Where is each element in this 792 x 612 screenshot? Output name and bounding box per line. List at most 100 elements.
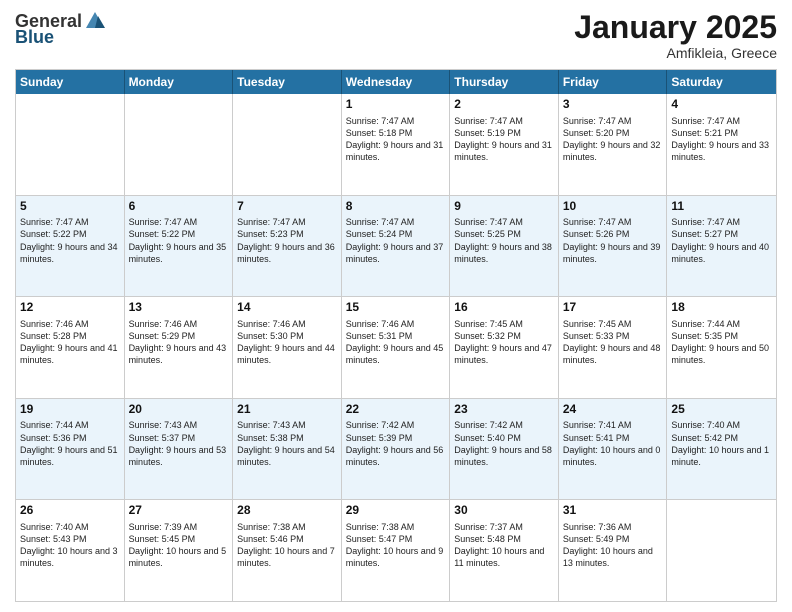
page-header: General Blue January 2025 Amfikleia, Gre… [15, 10, 777, 61]
calendar-cell-29: 29 Sunrise: 7:38 AM Sunset: 5:47 PM Dayli… [342, 500, 451, 601]
cell-info-21: Sunrise: 7:43 AM Sunset: 5:38 PM Dayligh… [237, 419, 337, 468]
day-number-14: 14 [237, 300, 337, 316]
day-number-9: 9 [454, 199, 554, 215]
day-number-28: 28 [237, 503, 337, 519]
month-title: January 2025 [574, 10, 777, 45]
day-number-17: 17 [563, 300, 663, 316]
day-of-week-sunday: Sunday [16, 70, 125, 94]
cell-info-22: Sunrise: 7:42 AM Sunset: 5:39 PM Dayligh… [346, 419, 446, 468]
day-number-20: 20 [129, 402, 229, 418]
calendar-cell-1: 1 Sunrise: 7:47 AM Sunset: 5:18 PM Daylig… [342, 94, 451, 195]
calendar-row-2: 12 Sunrise: 7:46 AM Sunset: 5:28 PM Dayli… [16, 297, 776, 399]
cell-info-5: Sunrise: 7:47 AM Sunset: 5:22 PM Dayligh… [20, 216, 120, 265]
day-number-26: 26 [20, 503, 120, 519]
calendar-cell-3: 3Sunrise: 7:47 AM Sunset: 5:20 PM Daylig… [559, 94, 668, 195]
cell-info-18: Sunrise: 7:44 AM Sunset: 5:35 PM Dayligh… [671, 318, 772, 367]
calendar-cell-6: 6Sunrise: 7:47 AM Sunset: 5:22 PM Daylig… [125, 196, 234, 297]
calendar-cell-2: 2 Sunrise: 7:47 AM Sunset: 5:19 PM Daylig… [450, 94, 559, 195]
cell-info-10: Sunrise: 7:47 AM Sunset: 5:26 PM Dayligh… [563, 216, 663, 265]
calendar-row-4: 26 Sunrise: 7:40 AM Sunset: 5:43 PM Dayli… [16, 500, 776, 601]
cell-info-26: Sunrise: 7:40 AM Sunset: 5:43 PM Dayligh… [20, 521, 120, 570]
cell-info-24: Sunrise: 7:41 AM Sunset: 5:41 PM Dayligh… [563, 419, 663, 468]
calendar-cell-15: 15Sunrise: 7:46 AM Sunset: 5:31 PM Dayli… [342, 297, 451, 398]
day-number-27: 27 [129, 503, 229, 519]
day-number-5: 5 [20, 199, 120, 215]
day-number-25: 25 [671, 402, 772, 418]
day-of-week-wednesday: Wednesday [342, 70, 451, 94]
day-of-week-friday: Friday [559, 70, 668, 94]
calendar-cell-5: 5Sunrise: 7:47 AM Sunset: 5:22 PM Daylig… [16, 196, 125, 297]
day-number-16: 16 [454, 300, 554, 316]
logo-icon [84, 10, 106, 32]
day-number-21: 21 [237, 402, 337, 418]
day-number-4: 4 [671, 97, 772, 113]
calendar-cell-empty-2 [233, 94, 342, 195]
logo-blue-text: Blue [15, 28, 54, 46]
calendar-row-1: 5Sunrise: 7:47 AM Sunset: 5:22 PM Daylig… [16, 196, 776, 298]
cell-info-15: Sunrise: 7:46 AM Sunset: 5:31 PM Dayligh… [346, 318, 446, 367]
calendar-cell-19: 19Sunrise: 7:44 AM Sunset: 5:36 PM Dayli… [16, 399, 125, 500]
day-number-13: 13 [129, 300, 229, 316]
day-of-week-saturday: Saturday [667, 70, 776, 94]
day-of-week-monday: Monday [125, 70, 234, 94]
cell-info-29: Sunrise: 7:38 AM Sunset: 5:47 PM Dayligh… [346, 521, 446, 570]
cell-info-11: Sunrise: 7:47 AM Sunset: 5:27 PM Dayligh… [671, 216, 772, 265]
cell-info-19: Sunrise: 7:44 AM Sunset: 5:36 PM Dayligh… [20, 419, 120, 468]
calendar-cell-28: 28 Sunrise: 7:38 AM Sunset: 5:46 PM Dayli… [233, 500, 342, 601]
day-number-18: 18 [671, 300, 772, 316]
calendar-cell-31: 31Sunrise: 7:36 AM Sunset: 5:49 PM Dayli… [559, 500, 668, 601]
calendar-cell-30: 30Sunrise: 7:37 AM Sunset: 5:48 PM Dayli… [450, 500, 559, 601]
cell-info-13: Sunrise: 7:46 AM Sunset: 5:29 PM Dayligh… [129, 318, 229, 367]
cell-info-28: Sunrise: 7:38 AM Sunset: 5:46 PM Dayligh… [237, 521, 337, 570]
day-number-12: 12 [20, 300, 120, 316]
calendar-cell-empty-1 [125, 94, 234, 195]
cell-info-6: Sunrise: 7:47 AM Sunset: 5:22 PM Dayligh… [129, 216, 229, 265]
calendar-cell-26: 26 Sunrise: 7:40 AM Sunset: 5:43 PM Dayli… [16, 500, 125, 601]
calendar-cell-12: 12 Sunrise: 7:46 AM Sunset: 5:28 PM Dayli… [16, 297, 125, 398]
calendar: SundayMondayTuesdayWednesdayThursdayFrid… [15, 69, 777, 602]
calendar-row-3: 19Sunrise: 7:44 AM Sunset: 5:36 PM Dayli… [16, 399, 776, 501]
calendar-cell-24: 24Sunrise: 7:41 AM Sunset: 5:41 PM Dayli… [559, 399, 668, 500]
cell-info-2: Sunrise: 7:47 AM Sunset: 5:19 PM Dayligh… [454, 115, 554, 164]
day-number-10: 10 [563, 199, 663, 215]
calendar-body: 1 Sunrise: 7:47 AM Sunset: 5:18 PM Daylig… [16, 94, 776, 601]
day-number-29: 29 [346, 503, 446, 519]
day-number-23: 23 [454, 402, 554, 418]
calendar-cell-empty-0 [16, 94, 125, 195]
day-number-1: 1 [346, 97, 446, 113]
calendar-cell-17: 17 Sunrise: 7:45 AM Sunset: 5:33 PM Dayli… [559, 297, 668, 398]
calendar-cell-23: 23Sunrise: 7:42 AM Sunset: 5:40 PM Dayli… [450, 399, 559, 500]
cell-info-25: Sunrise: 7:40 AM Sunset: 5:42 PM Dayligh… [671, 419, 772, 468]
day-number-19: 19 [20, 402, 120, 418]
calendar-cell-16: 16 Sunrise: 7:45 AM Sunset: 5:32 PM Dayli… [450, 297, 559, 398]
calendar-cell-27: 27Sunrise: 7:39 AM Sunset: 5:45 PM Dayli… [125, 500, 234, 601]
day-number-8: 8 [346, 199, 446, 215]
calendar-cell-10: 10Sunrise: 7:47 AM Sunset: 5:26 PM Dayli… [559, 196, 668, 297]
cell-info-16: Sunrise: 7:45 AM Sunset: 5:32 PM Dayligh… [454, 318, 554, 367]
day-of-week-tuesday: Tuesday [233, 70, 342, 94]
calendar-cell-empty-6 [667, 500, 776, 601]
cell-info-31: Sunrise: 7:36 AM Sunset: 5:49 PM Dayligh… [563, 521, 663, 570]
calendar-cell-21: 21Sunrise: 7:43 AM Sunset: 5:38 PM Dayli… [233, 399, 342, 500]
cell-info-23: Sunrise: 7:42 AM Sunset: 5:40 PM Dayligh… [454, 419, 554, 468]
calendar-cell-13: 13 Sunrise: 7:46 AM Sunset: 5:29 PM Dayli… [125, 297, 234, 398]
logo: General Blue [15, 10, 106, 46]
cell-info-12: Sunrise: 7:46 AM Sunset: 5:28 PM Dayligh… [20, 318, 120, 367]
calendar-header: SundayMondayTuesdayWednesdayThursdayFrid… [16, 70, 776, 94]
day-number-2: 2 [454, 97, 554, 113]
calendar-cell-14: 14 Sunrise: 7:46 AM Sunset: 5:30 PM Dayli… [233, 297, 342, 398]
cell-info-1: Sunrise: 7:47 AM Sunset: 5:18 PM Dayligh… [346, 115, 446, 164]
cell-info-20: Sunrise: 7:43 AM Sunset: 5:37 PM Dayligh… [129, 419, 229, 468]
location-text: Amfikleia, Greece [574, 45, 777, 61]
page-container: General Blue January 2025 Amfikleia, Gre… [0, 0, 792, 612]
day-of-week-thursday: Thursday [450, 70, 559, 94]
calendar-cell-7: 7Sunrise: 7:47 AM Sunset: 5:23 PM Daylig… [233, 196, 342, 297]
cell-info-14: Sunrise: 7:46 AM Sunset: 5:30 PM Dayligh… [237, 318, 337, 367]
cell-info-17: Sunrise: 7:45 AM Sunset: 5:33 PM Dayligh… [563, 318, 663, 367]
calendar-cell-25: 25Sunrise: 7:40 AM Sunset: 5:42 PM Dayli… [667, 399, 776, 500]
day-number-7: 7 [237, 199, 337, 215]
day-number-11: 11 [671, 199, 772, 215]
calendar-row-0: 1 Sunrise: 7:47 AM Sunset: 5:18 PM Daylig… [16, 94, 776, 196]
cell-info-3: Sunrise: 7:47 AM Sunset: 5:20 PM Dayligh… [563, 115, 663, 164]
cell-info-9: Sunrise: 7:47 AM Sunset: 5:25 PM Dayligh… [454, 216, 554, 265]
